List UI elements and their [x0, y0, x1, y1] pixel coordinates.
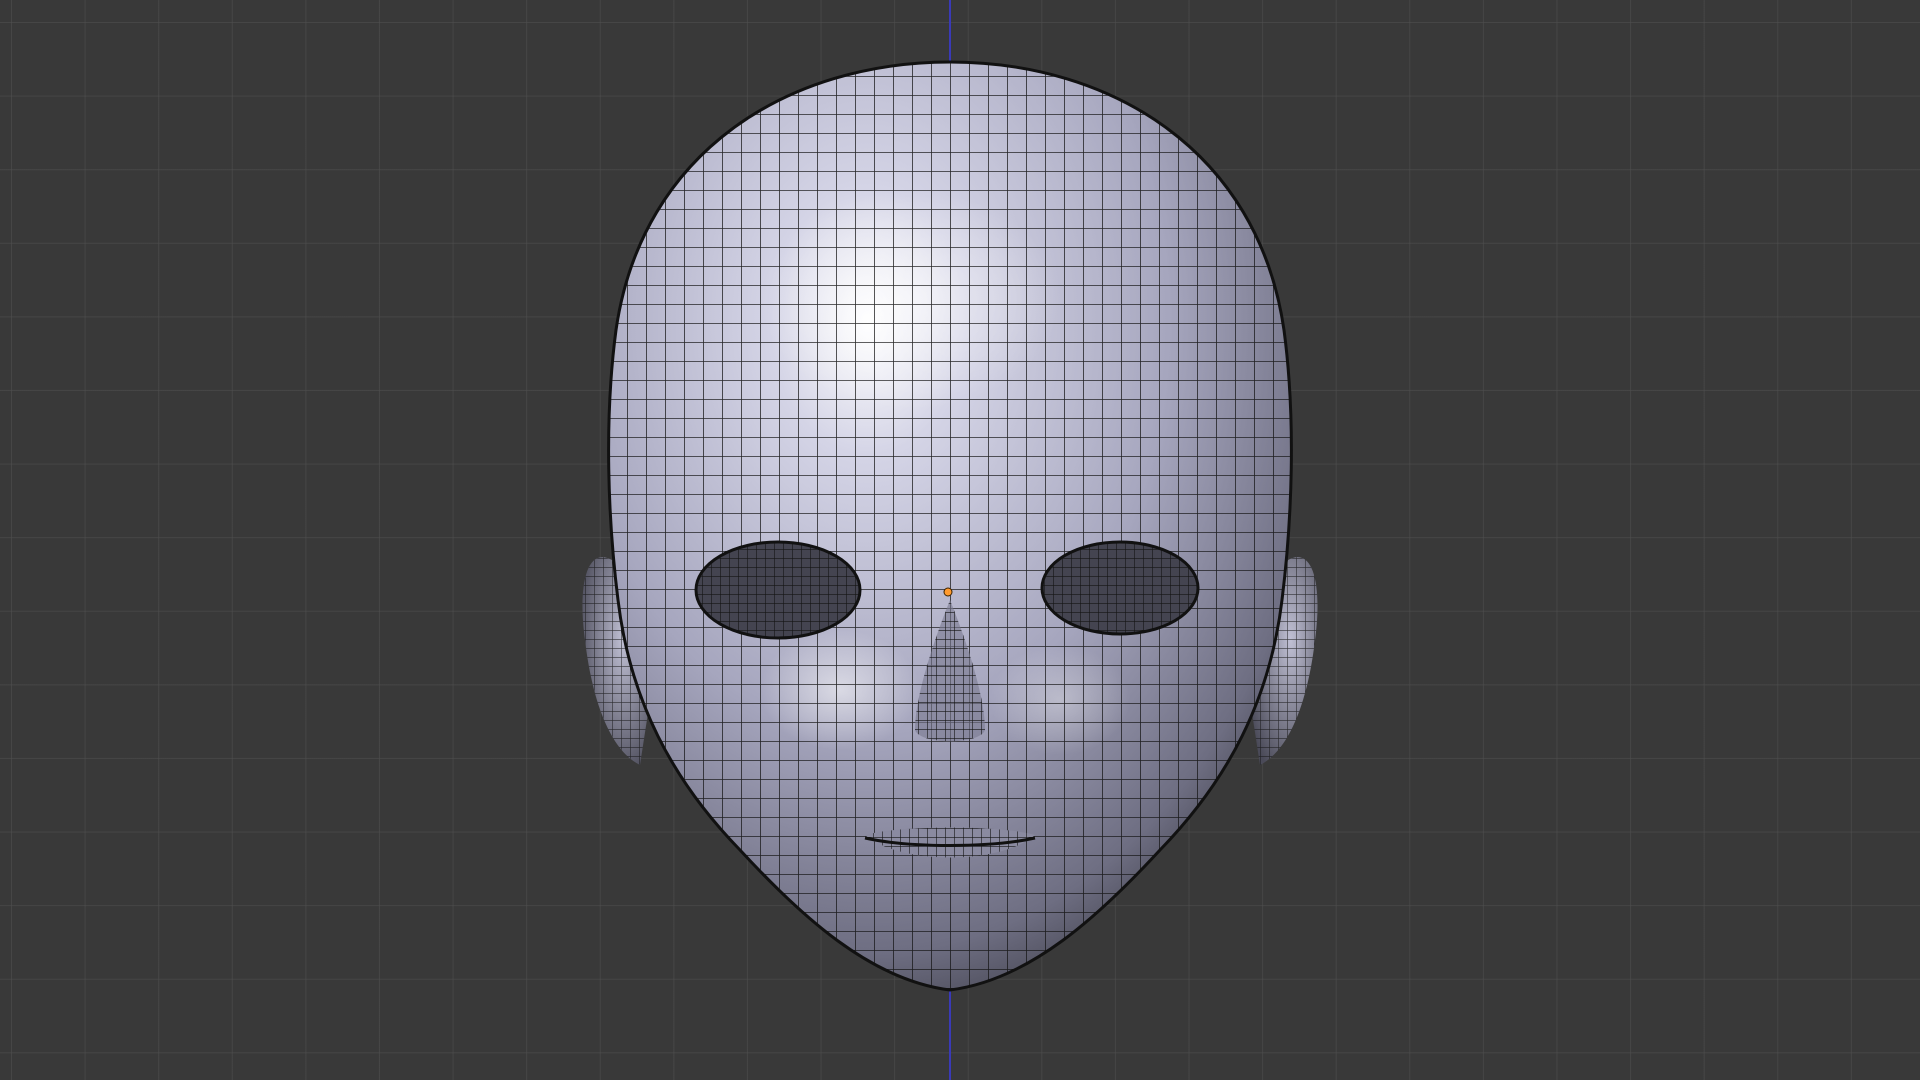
3d-viewport[interactable] [0, 0, 1920, 1080]
viewport-canvas[interactable] [0, 0, 1920, 1080]
right-eye-socket[interactable] [1040, 540, 1200, 636]
left-eye-socket[interactable] [694, 540, 862, 640]
origin-dot-icon[interactable] [943, 587, 953, 597]
